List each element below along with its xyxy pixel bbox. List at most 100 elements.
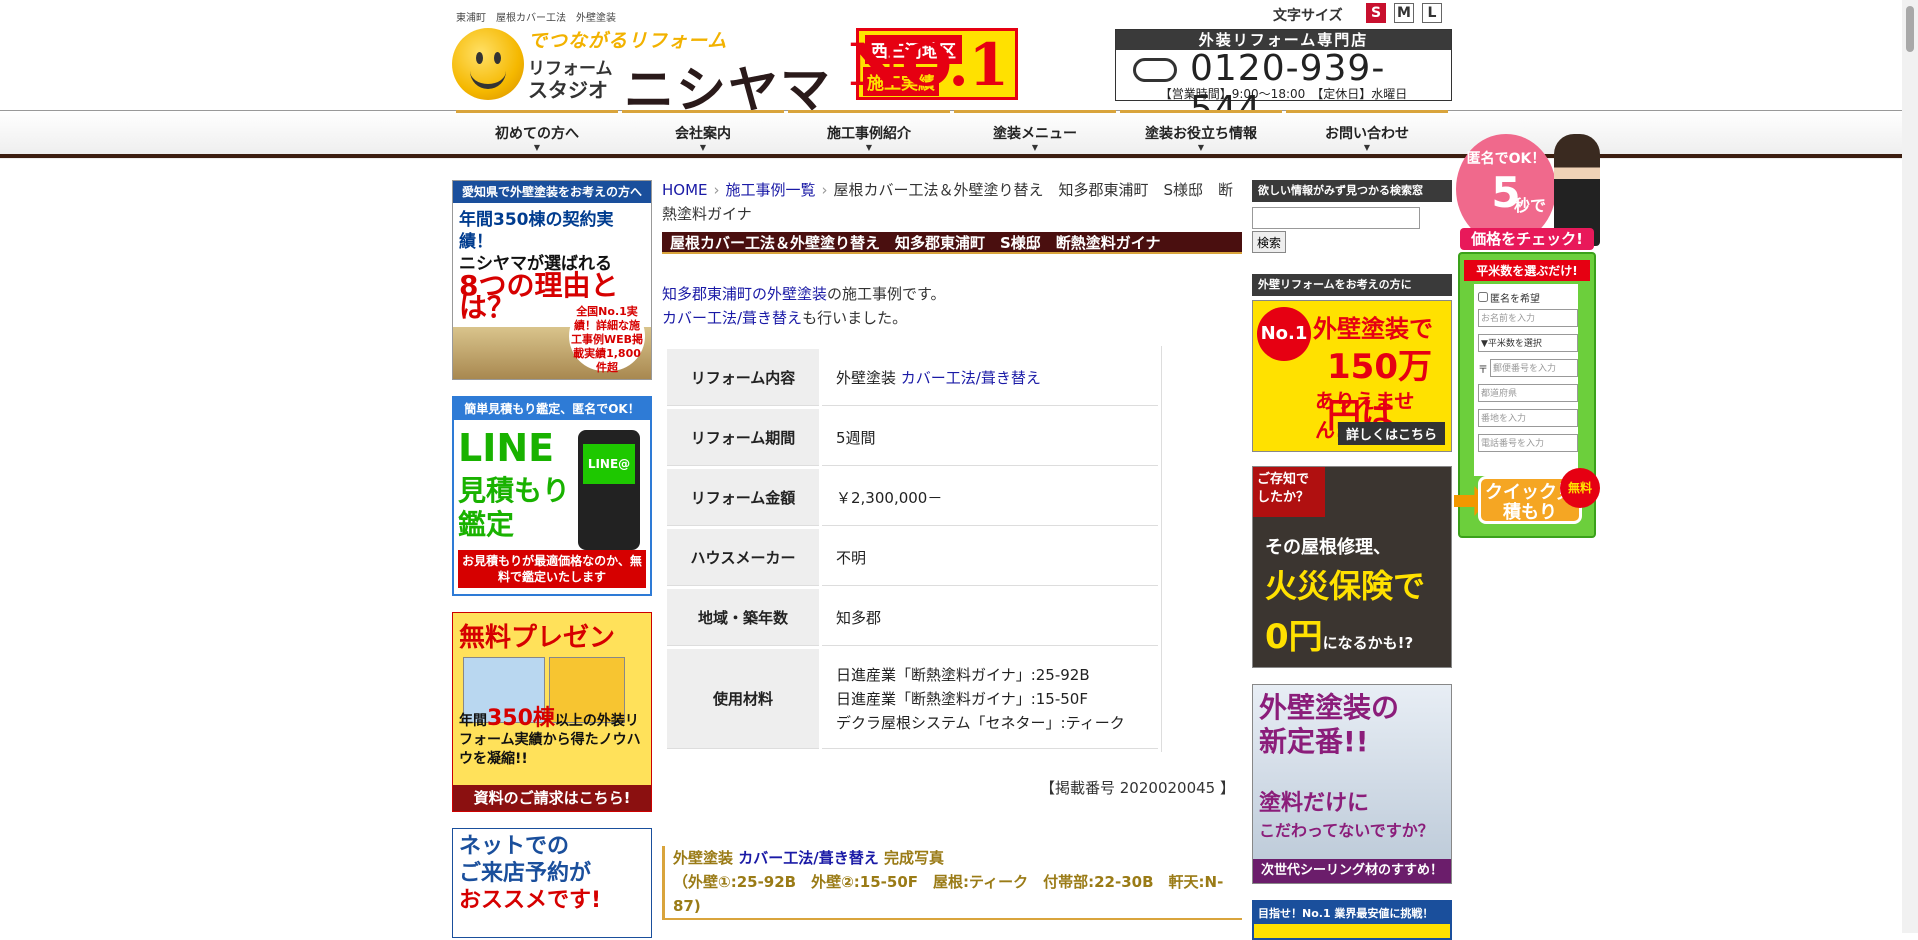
chevron-down-icon: ▼: [1363, 143, 1371, 152]
banner-t2: 火災保険で: [1265, 567, 1426, 605]
spec-value: 不明: [822, 529, 1158, 586]
banner-mitsu: 見積もり 鑑定: [458, 474, 570, 542]
banner-line1: 年間350棟の契約実績！: [459, 210, 614, 252]
anon-checkbox-row[interactable]: 匿名を希望: [1478, 290, 1540, 305]
search-button[interactable]: 検索: [1252, 231, 1287, 253]
banner-t1: その屋根修理、: [1265, 537, 1391, 558]
font-size-l-button[interactable]: L: [1422, 3, 1442, 23]
price-check-label: 価格をチェック!: [1460, 228, 1594, 250]
intro-text: 知多郡東浦町の外壁塗装の施工事例です。 カバー工法/葺き替えも行いました。: [662, 282, 946, 330]
nav-item-contact[interactable]: お問い合わせ ▼: [1286, 110, 1448, 154]
breadcrumb-home[interactable]: HOME: [662, 181, 708, 199]
banner-lowest-price[interactable]: 目指せ！No.1 業界最安値に挑戦！: [1252, 900, 1452, 940]
scrollbar-thumb[interactable]: [1906, 6, 1914, 52]
tel-field[interactable]: 電話番号を入力: [1478, 434, 1578, 452]
nav-item-works[interactable]: 施工事例紹介 ▼: [788, 110, 950, 154]
nav-item-label: 施工事例紹介: [827, 126, 911, 142]
table-row: ハウスメーカー 不明: [667, 529, 1158, 586]
reform-head: 外壁リフォームをお考えの方に: [1252, 274, 1452, 296]
banner-net-reservation[interactable]: ネットでの ご来店予約が おススメです!: [452, 828, 652, 938]
banner-t3: 0円になるかも!?: [1265, 609, 1413, 658]
pref-field[interactable]: 都道府県: [1478, 384, 1578, 402]
banner-mitsu1: 見積もり: [458, 474, 571, 507]
banner-top: 愛知県で外壁塗装をお考えの方へ: [453, 181, 651, 203]
search-input[interactable]: [1252, 207, 1420, 229]
address-field[interactable]: 番地を入力: [1478, 409, 1578, 427]
banner-free-present[interactable]: 無料プレゼント! 年間350棟以上の外装リフォーム実績から得たノウハウを凝縮!!…: [452, 612, 652, 812]
nav-item-beginner[interactable]: 初めての方へ ▼: [456, 110, 618, 154]
intro-text1: の施工事例です。: [827, 285, 946, 303]
no1-badge: No.1: [1257, 307, 1311, 361]
banner-foot: お見積もりが最適価格なのか、無料で鑑定いたします: [458, 550, 646, 588]
free-badge: 無料: [1560, 468, 1600, 508]
nav-divider: [0, 154, 1902, 158]
banner-sealing[interactable]: 外壁塗装の 新定番!! 塗料だけに こだわってないですか？ 次世代シーリング材のすす…: [1252, 684, 1452, 884]
anon-label: 匿名でOK！: [1466, 151, 1546, 167]
spec-key: 使用材料: [667, 649, 819, 749]
chevron-down-icon: ▼: [533, 143, 541, 152]
banner-t3-num: 0円: [1265, 617, 1323, 657]
spec-value: 外壁塗装 カバー工法/葺き替え: [822, 349, 1158, 406]
banner-foot: 次世代シーリング材のすすめ！: [1253, 859, 1451, 883]
font-size-m-button[interactable]: M: [1394, 3, 1414, 23]
banner-l3: おススメです!: [459, 888, 602, 913]
spec-link-cover[interactable]: カバー工法/葺き替え: [901, 369, 1041, 387]
breadcrumb-works[interactable]: 施工事例一覧: [726, 181, 816, 199]
banner-line-estimate[interactable]: 簡単見積もり鑑定、匿名でOK！ LINE 見積もり 鑑定 LINE@ お見積もりが…: [452, 396, 652, 596]
font-size-label: 文字サイズ: [1273, 8, 1343, 24]
table-row: 使用材料 日進産業「断熱塗料ガイナ」:25-92B 日進産業「断熱塗料ガイナ」:1…: [667, 649, 1158, 749]
publication-number: 【掲載番号 2020020045 】: [1040, 779, 1235, 797]
smartphone-icon: LINE@: [578, 430, 640, 550]
spec-value: 日進産業「断熱塗料ガイナ」:25-92B 日進産業「断熱塗料ガイナ」:15-50F…: [822, 649, 1158, 749]
font-size-s-button[interactable]: S: [1366, 3, 1386, 23]
banner-8-reasons[interactable]: 愛知県で外壁塗装をお考えの方へ 年間350棟の契約実績！ ニシヤマが選ばれる 8…: [452, 180, 652, 380]
spec-value: 知多郡: [822, 589, 1158, 646]
photo-head-pre: 外壁塗装: [673, 849, 734, 867]
zip-field[interactable]: 郵便番号を入力: [1490, 359, 1578, 377]
table-row: リフォーム金額 ￥2,300,000－: [667, 469, 1158, 526]
zip-mark: 〒: [1478, 365, 1488, 376]
banner-150man[interactable]: No.1 外壁塗装で 150万円は ありえません!! 詳しくはこちら: [1252, 300, 1452, 452]
header-tagline: 東浦町 屋根カバー工法 外壁塗装: [456, 13, 616, 24]
intro-link-area[interactable]: 知多郡東浦町の外壁塗装: [662, 285, 827, 303]
photo-heading: 外壁塗装 カバー工法/葺き替え 完成写真 （外壁①:25-92B 外壁②:15-…: [662, 846, 1242, 918]
badge-no: NO.1: [848, 31, 1009, 99]
tel-hours: 【営業時間】9:00～18:00 【定休日】水曜日: [1159, 87, 1408, 101]
quick-estimate-button[interactable]: クイック見積もり 無料: [1454, 468, 1600, 530]
smiley-logo-icon[interactable]: [452, 28, 524, 100]
tel-box[interactable]: 外装リフォーム専門店 0120-939-544 【営業時間】9:00～18:00…: [1115, 29, 1452, 130]
banner-l2: ご来店予約が: [459, 861, 592, 886]
banner-text: ネットでの ご来店予約が おススメです!: [459, 833, 601, 914]
banner-mitsu2: 鑑定: [458, 508, 515, 541]
nav-item-label: 会社案内: [675, 126, 731, 142]
spec-key: リフォーム期間: [667, 409, 819, 466]
breadcrumb: HOME › 施工事例一覧 › 屋根カバー工法＆外壁塗り替え 知多郡東浦町 S様邸 断熱…: [662, 178, 1242, 226]
banner-msg-num: 350棟: [487, 706, 555, 731]
intro-link-cover[interactable]: カバー工法/葺き替え: [662, 309, 802, 327]
anon-checkbox[interactable]: [1478, 292, 1488, 302]
form-head: 平米数を選ぶだけ!: [1464, 260, 1590, 281]
logo-sub2: スタジオ: [528, 78, 608, 102]
global-nav: 初めての方へ ▼ 会社案内 ▼ 施工事例紹介 ▼ 塗装メニュー ▼ 塗装お役立ち情報 ▼ …: [454, 110, 1450, 154]
nav-item-menu[interactable]: 塗装メニュー ▼: [954, 110, 1116, 154]
page-title: 屋根カバー工法＆外壁塗り替え 知多郡東浦町 S様邸 断熱塗料ガイナ: [662, 232, 1242, 254]
tel-head: 外装リフォーム専門店: [1116, 30, 1451, 50]
banner-t1a: 外壁塗装の: [1259, 691, 1400, 724]
search-head: 欲しい情報がみず見つかる検索窓: [1252, 180, 1452, 202]
banner-fire-insurance[interactable]: ご存知でしたか？ その屋根修理、 火災保険で 0円になるかも!?: [1252, 466, 1452, 668]
name-field[interactable]: お名前を入力: [1478, 309, 1578, 327]
nav-item-label: 塗装メニュー: [993, 126, 1077, 142]
photo-head-link[interactable]: カバー工法/葺き替え: [738, 849, 878, 867]
banner-t1b: 新定番!!: [1259, 725, 1369, 758]
spec-material: 日進産業「断熱塗料ガイナ」:25-92B: [836, 665, 1090, 684]
nav-item-info[interactable]: 塗装お役立ち情報 ▼: [1120, 110, 1282, 154]
nav-item-company[interactable]: 会社案内 ▼: [622, 110, 784, 154]
banner-corner: ご存知でしたか？: [1253, 467, 1325, 517]
seconds-label: 秒で: [1514, 196, 1547, 215]
scrollbar[interactable]: [1902, 0, 1918, 933]
spec-key: 地域・築年数: [667, 589, 819, 646]
chevron-down-icon: ▼: [865, 143, 873, 152]
nav-item-label: 塗装お役立ち情報: [1145, 126, 1257, 142]
area-select[interactable]: ▼平米数を選択: [1478, 334, 1578, 352]
nav-item-label: 初めての方へ: [495, 126, 579, 142]
